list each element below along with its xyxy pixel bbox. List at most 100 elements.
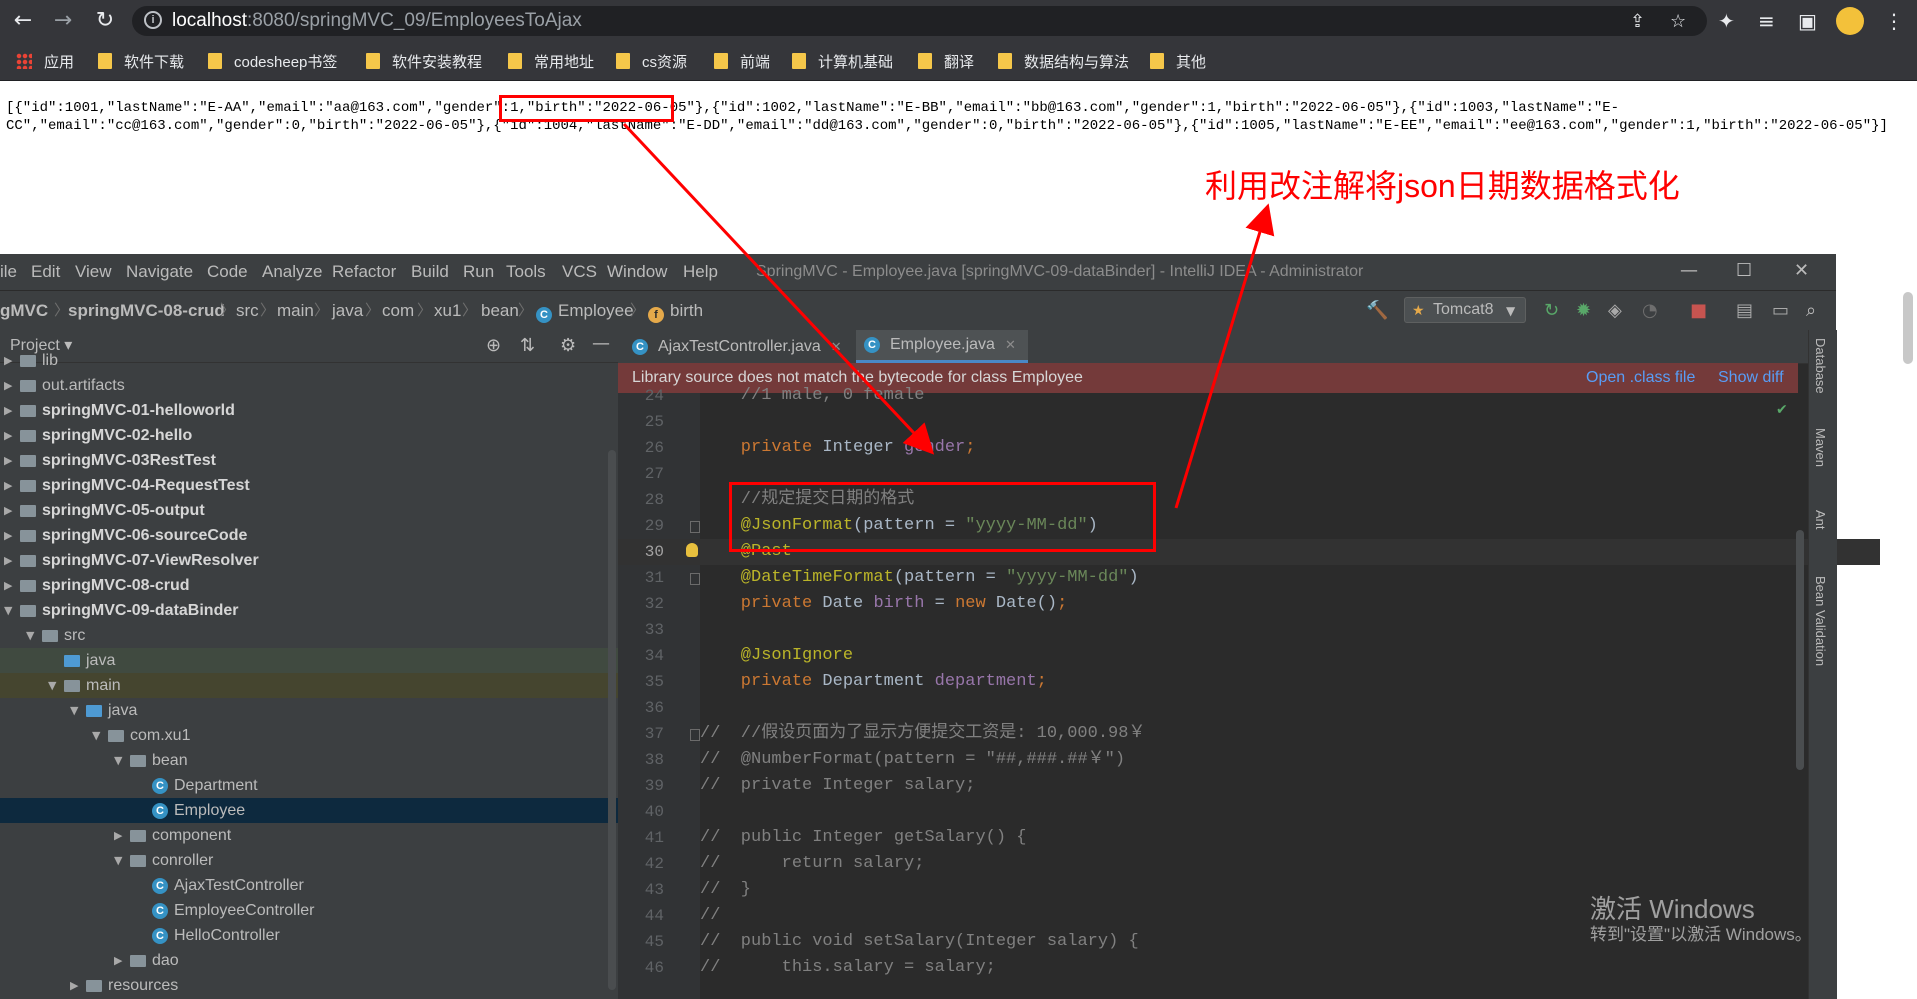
bookmark-folder[interactable]: 常用地址	[508, 51, 594, 71]
tool-bean-validation[interactable]: Bean Validation	[1813, 576, 1828, 666]
page-scrollbar[interactable]	[1903, 292, 1913, 364]
bookmark-apps[interactable]: 应用	[16, 51, 74, 71]
expanded-arrow-icon[interactable]: ▼	[48, 676, 64, 695]
side-panel-icon[interactable]: ▣	[1798, 9, 1817, 33]
bookmark-folder[interactable]: 翻译	[918, 51, 974, 71]
project-structure-icon[interactable]: ▤	[1736, 301, 1753, 321]
menu-analyze[interactable]: Analyze	[262, 262, 322, 282]
layout-icon[interactable]: ▭	[1772, 301, 1789, 321]
tool-maven[interactable]: Maven	[1813, 428, 1828, 467]
tree-row[interactable]: ▼ springMVC-09-dataBinder	[0, 598, 618, 623]
tree-row[interactable]: C HelloController	[0, 923, 618, 948]
crumb[interactable]: java	[332, 301, 363, 321]
menu-refactor[interactable]: Refactor	[332, 262, 396, 282]
collapsed-arrow-icon[interactable]: ▶	[4, 401, 20, 420]
profiler-icon[interactable]: ◔	[1642, 301, 1658, 321]
crumb-class[interactable]: C Employee	[536, 301, 634, 323]
tree-row[interactable]: C Employee	[0, 798, 618, 823]
reload-icon[interactable]: ↻	[92, 8, 118, 34]
menu-navigate[interactable]: Navigate	[126, 262, 193, 282]
collapsed-arrow-icon[interactable]: ▶	[114, 951, 130, 970]
menu-run[interactable]: Run	[463, 262, 494, 282]
expanded-arrow-icon[interactable]: ▼	[4, 601, 20, 620]
fold-marker-icon[interactable]	[690, 521, 700, 533]
bookmark-folder[interactable]: 软件安装教程	[366, 51, 482, 71]
coverage-icon[interactable]: ◈	[1608, 301, 1622, 321]
tree-row[interactable]: ▶ springMVC-05-output	[0, 498, 618, 523]
editor-scrollbar[interactable]	[1796, 530, 1804, 770]
tree-row[interactable]: ▼ bean	[0, 748, 618, 773]
expanded-arrow-icon[interactable]: ▼	[26, 626, 42, 645]
tree-row[interactable]: ▶ springMVC-03RestTest	[0, 448, 618, 473]
collapsed-arrow-icon[interactable]: ▶	[4, 426, 20, 445]
crumb[interactable]: gMVC	[0, 301, 48, 321]
collapsed-arrow-icon[interactable]: ▶	[4, 526, 20, 545]
tree-row[interactable]: ▼ java	[0, 698, 618, 723]
expanded-arrow-icon[interactable]: ▼	[70, 701, 86, 720]
search-icon[interactable]: ⌕	[1806, 301, 1816, 321]
menu-window[interactable]: Window	[607, 262, 667, 282]
crumb[interactable]: main	[277, 301, 314, 321]
profile-avatar[interactable]	[1836, 7, 1864, 35]
menu-view[interactable]: View	[75, 262, 112, 282]
bookmark-folder[interactable]: 其他	[1150, 51, 1206, 71]
minimize-icon[interactable]: —	[1680, 260, 1698, 282]
bookmark-folder[interactable]: cs资源	[616, 51, 687, 71]
tree-row[interactable]: ▶ dao	[0, 948, 618, 973]
tree-row[interactable]: ▶ springMVC-08-crud	[0, 573, 618, 598]
project-scrollbar[interactable]	[608, 450, 616, 990]
tree-row[interactable]: ▶ springMVC-06-sourceCode	[0, 523, 618, 548]
tree-row[interactable]: ▼ main	[0, 673, 618, 698]
fold-marker-icon[interactable]	[690, 729, 700, 741]
tree-row[interactable]: java	[0, 648, 618, 673]
tree-row[interactable]: ▶ springMVC-02-hello	[0, 423, 618, 448]
share-icon[interactable]: ⇪	[1630, 12, 1645, 32]
tree-row[interactable]: ▶ springMVC-01-helloworld	[0, 398, 618, 423]
crumb[interactable]: com	[382, 301, 414, 321]
stop-icon[interactable]: ■	[1690, 301, 1707, 321]
menu-file[interactable]: ile	[0, 262, 17, 282]
bookmark-folder[interactable]: 软件下载	[98, 51, 184, 71]
collapsed-arrow-icon[interactable]: ▶	[4, 551, 20, 570]
debug-icon[interactable]: ✹	[1576, 301, 1591, 321]
tree-row[interactable]: ▼ src	[0, 623, 618, 648]
tree-row[interactable]: ▼ com.xu1	[0, 723, 618, 748]
rerun-icon[interactable]: ↻	[1544, 301, 1559, 321]
bookmark-folder[interactable]: 前端	[714, 51, 770, 71]
collapsed-arrow-icon[interactable]: ▶	[4, 376, 20, 395]
fold-marker-icon[interactable]	[690, 573, 700, 585]
crumb[interactable]: springMVC-08-crud	[68, 301, 225, 321]
tab-employee[interactable]: C Employee.java ✕	[856, 330, 1028, 363]
address-bar[interactable]: i localhost:8080/springMVC_09/EmployeesT…	[132, 6, 1707, 36]
expanded-arrow-icon[interactable]: ▼	[92, 726, 108, 745]
tree-row[interactable]: ▶ resources	[0, 973, 618, 998]
menu-help[interactable]: Help	[683, 262, 718, 282]
tool-ant[interactable]: Ant	[1813, 510, 1828, 530]
tree-row[interactable]: ▶ out.artifacts	[0, 373, 618, 398]
collapsed-arrow-icon[interactable]: ▶	[114, 826, 130, 845]
close-tab-icon[interactable]: ✕	[1005, 337, 1016, 353]
site-info-icon[interactable]: i	[144, 11, 162, 29]
menu-vcs[interactable]: VCS	[562, 262, 597, 282]
reading-list-icon[interactable]: ≡	[1758, 9, 1775, 33]
maximize-icon[interactable]: ☐	[1736, 260, 1752, 282]
star-icon[interactable]: ☆	[1670, 12, 1686, 32]
close-icon[interactable]: ✕	[1794, 260, 1809, 282]
collapsed-arrow-icon[interactable]: ▶	[4, 351, 20, 370]
crumb[interactable]: bean	[481, 301, 519, 321]
menu-tools[interactable]: Tools	[506, 262, 546, 282]
tree-row[interactable]: ▶ springMVC-04-RequestTest	[0, 473, 618, 498]
tree-row[interactable]: ▼ conroller	[0, 848, 618, 873]
menu-code[interactable]: Code	[207, 262, 248, 282]
expanded-arrow-icon[interactable]: ▼	[114, 851, 130, 870]
menu-icon[interactable]: ⋮	[1884, 9, 1904, 33]
crumb-field[interactable]: f birth	[648, 301, 703, 323]
collapsed-arrow-icon[interactable]: ▶	[4, 476, 20, 495]
collapsed-arrow-icon[interactable]: ▶	[4, 501, 20, 520]
back-arrow-icon[interactable]: ←	[10, 8, 36, 34]
forward-arrow-icon[interactable]: →	[50, 8, 76, 34]
bookmark-folder[interactable]: 数据结构与算法	[998, 51, 1129, 71]
tab-ajax-controller[interactable]: C AjaxTestController.java ✕	[624, 330, 854, 363]
tree-row[interactable]: ▶ component	[0, 823, 618, 848]
collapsed-arrow-icon[interactable]: ▶	[4, 576, 20, 595]
